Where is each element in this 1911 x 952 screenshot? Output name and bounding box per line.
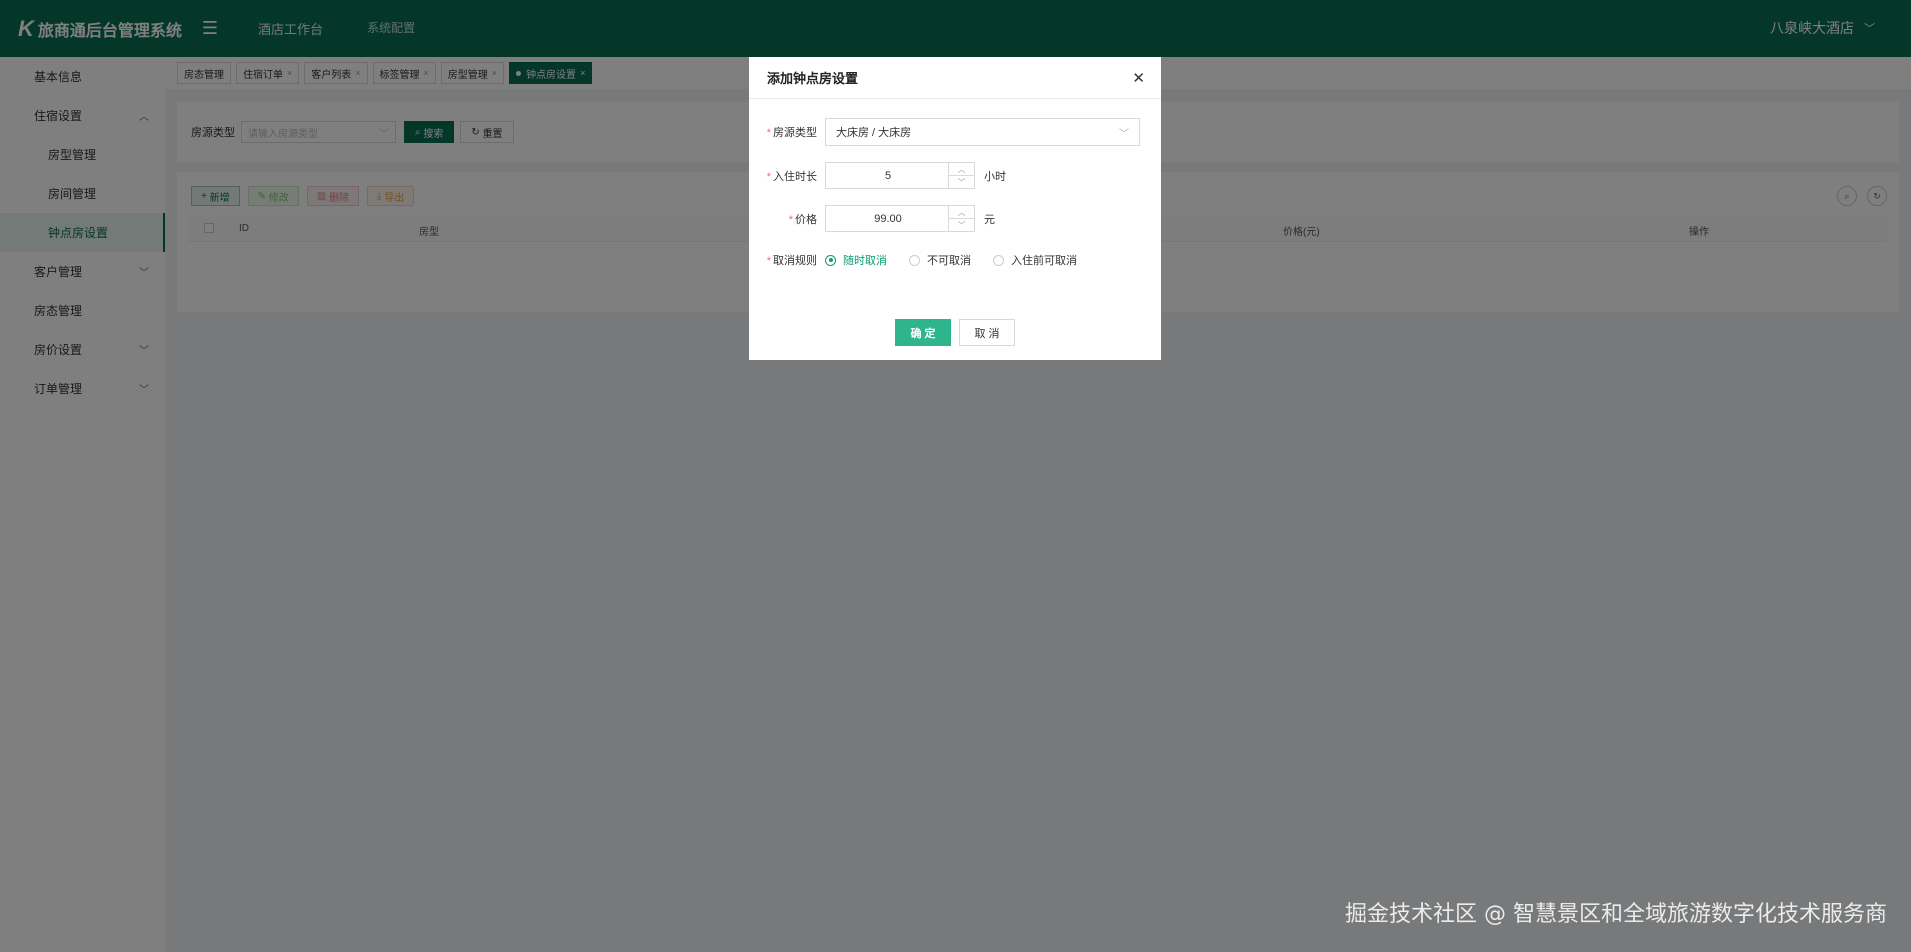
radio-checked-icon: [825, 254, 836, 266]
dialog-title: 添加钟点房设置: [767, 71, 859, 86]
cancel-rule-radio-group: 随时取消 不可取消 入住前可取消: [825, 252, 1099, 268]
dialog-header: 添加钟点房设置 ✕: [749, 57, 1161, 99]
duration-input[interactable]: 5 ︿ ﹀: [825, 162, 975, 189]
decrement-icon[interactable]: ﹀: [949, 176, 974, 188]
room-type-select[interactable]: 大床房 / 大床房 ﹀: [825, 118, 1140, 146]
add-hourly-room-dialog: 添加钟点房设置 ✕ * 房源类型 大床房 / 大床房 ﹀ * 入住时长 5 ︿ ﹀ …: [749, 57, 1161, 360]
radio-unchecked-icon: [909, 254, 920, 266]
price-label: * 价格: [788, 213, 817, 226]
cancel-button[interactable]: 取 消: [959, 319, 1015, 346]
price-input[interactable]: 99.00 ︿ ﹀: [825, 205, 975, 232]
radio-cancel-before-checkin[interactable]: 入住前可取消: [993, 252, 1077, 268]
price-unit: 元: [984, 213, 995, 226]
radio-non-cancellable[interactable]: 不可取消: [909, 252, 971, 268]
close-icon[interactable]: ✕: [1132, 69, 1145, 87]
chevron-down-icon: ﹀: [1119, 128, 1129, 140]
confirm-button[interactable]: 确 定: [895, 319, 951, 346]
form-row-room-type: * 房源类型 大床房 / 大床房 ﹀: [749, 118, 1140, 146]
duration-stepper: ︿ ﹀: [948, 163, 974, 188]
decrement-icon[interactable]: ﹀: [949, 219, 974, 231]
form-row-cancel-rule: * 取消规则 随时取消 不可取消 入住前可取消: [749, 252, 1099, 268]
room-type-value: 大床房 / 大床房: [836, 127, 912, 139]
watermark: 掘金技术社区 @ 智慧景区和全域旅游数字化技术服务商: [1345, 902, 1887, 927]
increment-icon[interactable]: ︿: [949, 163, 974, 176]
room-type-label: * 房源类型: [766, 127, 817, 139]
radio-unchecked-icon: [993, 254, 1004, 266]
duration-unit: 小时: [984, 170, 1006, 183]
duration-label: * 入住时长: [766, 170, 817, 183]
radio-cancel-anytime[interactable]: 随时取消: [825, 252, 887, 268]
radio-label: 不可取消: [927, 255, 971, 267]
cancel-rule-label: * 取消规则: [766, 255, 817, 267]
radio-label: 入住前可取消: [1011, 255, 1077, 267]
increment-icon[interactable]: ︿: [949, 206, 974, 219]
form-row-price: * 价格 99.00 ︿ ﹀ 元: [749, 205, 995, 232]
price-stepper: ︿ ﹀: [948, 206, 974, 231]
form-row-duration: * 入住时长 5 ︿ ﹀ 小时: [749, 162, 1006, 189]
radio-label: 随时取消: [843, 255, 887, 267]
